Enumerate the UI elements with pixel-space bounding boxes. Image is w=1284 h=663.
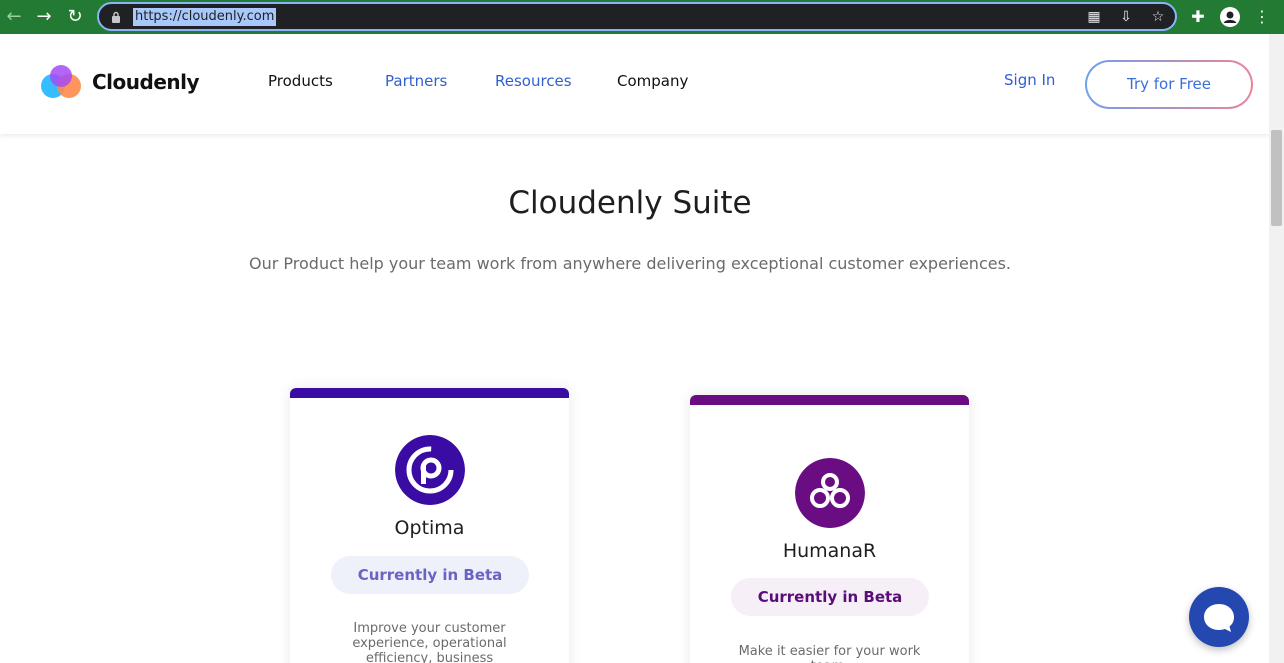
nav-resources[interactable]: Resources <box>495 72 572 90</box>
forward-arrow-icon[interactable]: → <box>32 5 56 29</box>
beta-badge: Currently in Beta <box>731 578 929 616</box>
extensions-icon[interactable]: ✚ <box>1186 5 1210 29</box>
nav-products[interactable]: Products <box>268 72 333 90</box>
address-bar[interactable]: https://cloudenly.com ▦ ⇩ ☆ <box>97 2 1177 31</box>
product-card-optima[interactable]: Optima Currently in Beta Improve your cu… <box>290 388 569 663</box>
section-subtitle: Our Product help your team work from any… <box>249 254 1011 273</box>
install-app-icon[interactable]: ⇩ <box>1117 8 1135 26</box>
browser-toolbar: ← → ↻ https://cloudenly.com ▦ ⇩ ☆ ✚ ⋮ <box>0 0 1284 34</box>
product-name: HumanaR <box>782 540 877 562</box>
beta-badge: Currently in Beta <box>331 556 529 594</box>
menu-kebab-icon[interactable]: ⋮ <box>1250 5 1274 29</box>
cloudenly-logo[interactable] <box>40 64 84 100</box>
back-arrow-icon[interactable]: ← <box>2 5 26 29</box>
qr-code-icon[interactable]: ▦ <box>1085 8 1103 26</box>
site-header: Cloudenly Products Partners Resources Co… <box>0 34 1269 134</box>
lock-icon <box>112 11 120 23</box>
page-scrollbar[interactable] <box>1269 34 1284 663</box>
product-description: Make it easier for your work team. <box>738 644 921 663</box>
brand-name[interactable]: Cloudenly <box>92 70 200 94</box>
product-description: Improve your customer experience, operat… <box>352 621 507 663</box>
optima-logo-icon <box>395 435 465 505</box>
humanar-logo-icon <box>795 458 865 528</box>
card-accent-bar <box>690 395 969 405</box>
nav-partners[interactable]: Partners <box>385 72 447 90</box>
product-card-humanar[interactable]: HumanaR Currently in Beta Make it easier… <box>690 395 969 663</box>
section-title: Cloudenly Suite <box>508 185 752 221</box>
try-for-free-label: Try for Free <box>1087 62 1251 107</box>
sign-in-link[interactable]: Sign In <box>1004 71 1055 89</box>
reload-icon[interactable]: ↻ <box>63 5 87 29</box>
url-text[interactable]: https://cloudenly.com <box>133 8 277 26</box>
card-accent-bar <box>290 388 569 398</box>
chat-bubble-icon <box>1204 604 1234 632</box>
profile-icon[interactable] <box>1218 5 1242 29</box>
product-name: Optima <box>394 517 465 539</box>
bookmark-star-icon[interactable]: ☆ <box>1149 8 1167 26</box>
scrollbar-thumb[interactable] <box>1271 130 1282 226</box>
try-for-free-button[interactable]: Try for Free <box>1085 60 1253 109</box>
chat-widget-button[interactable] <box>1189 587 1249 647</box>
nav-company[interactable]: Company <box>617 72 688 90</box>
